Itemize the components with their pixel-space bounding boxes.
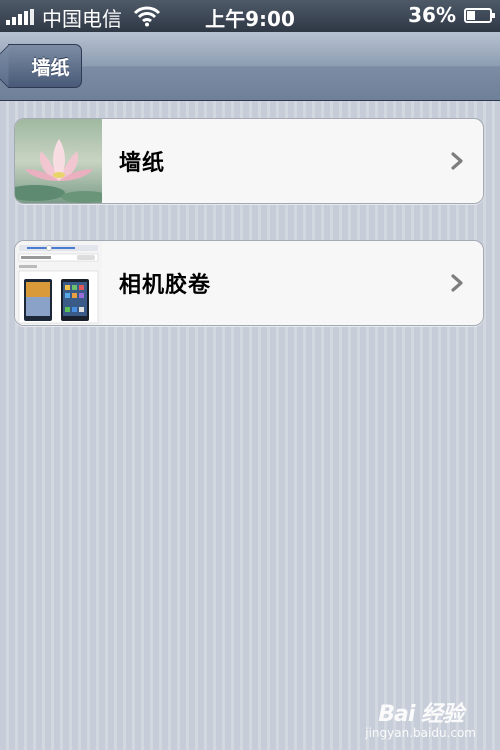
battery-percent: 36% bbox=[408, 3, 456, 27]
back-button-label: 墙纸 bbox=[31, 56, 70, 79]
battery-fill bbox=[467, 11, 475, 20]
battery-icon bbox=[464, 8, 495, 23]
back-arrow-icon bbox=[0, 45, 30, 89]
watermark-url: jingyan.baidu.com bbox=[365, 726, 476, 740]
back-button[interactable]: 墙纸 bbox=[8, 44, 82, 88]
watermark-logo: Bai 经验 bbox=[378, 702, 464, 727]
list-item-wallpaper[interactable]: 墙纸 bbox=[14, 118, 484, 204]
settings-screenshot-thumbnail bbox=[15, 241, 102, 325]
list-item-label: 墙纸 bbox=[119, 151, 166, 176]
chevron-right-icon bbox=[451, 274, 463, 292]
list-item-camera-roll[interactable]: 相机胶卷 bbox=[14, 240, 484, 326]
watermark: Bai 经验 jingyan.baidu.com bbox=[365, 696, 476, 740]
chevron-right-icon bbox=[451, 152, 463, 170]
navigation-bar: 墙纸 bbox=[0, 32, 500, 101]
status-bar: 中国电信 上午9:00 36% bbox=[0, 0, 500, 32]
lotus-thumbnail bbox=[15, 119, 102, 203]
list-item-label: 相机胶卷 bbox=[119, 273, 212, 298]
